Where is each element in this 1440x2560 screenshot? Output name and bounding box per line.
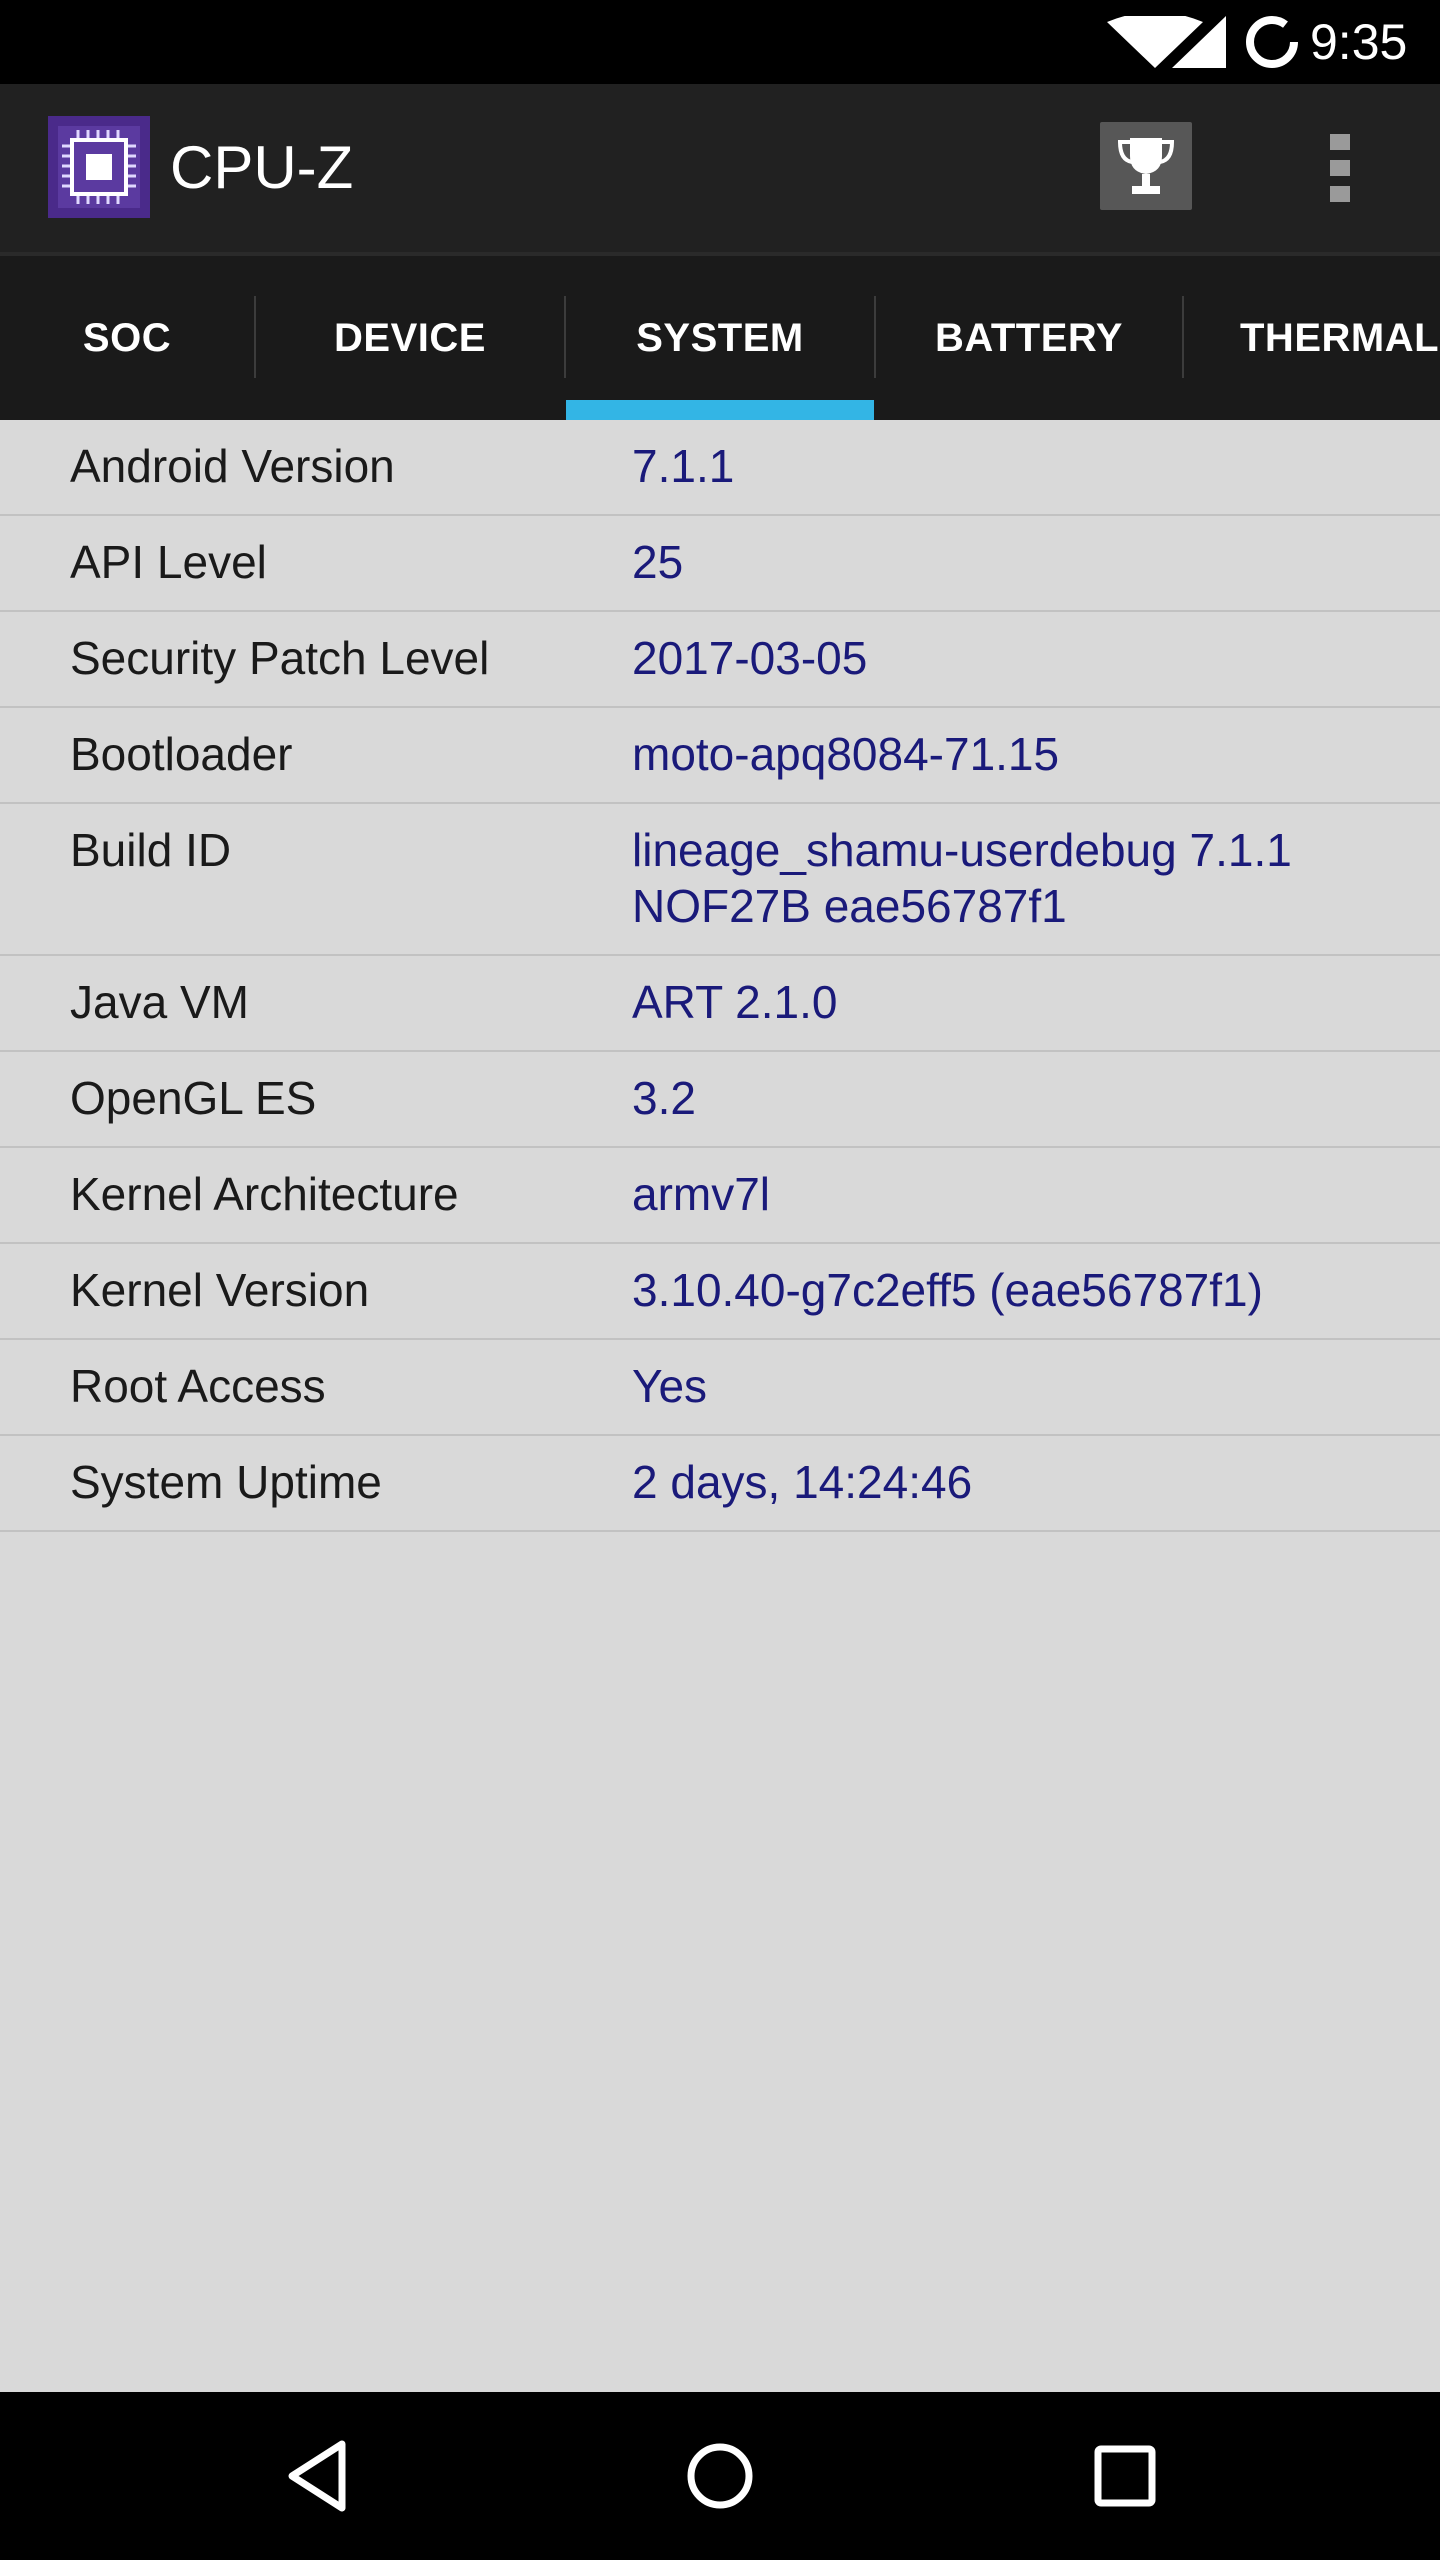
info-value: 3.10.40-g7c2eff5 (eae56787f1) bbox=[632, 1264, 1263, 1316]
recents-icon[interactable] bbox=[1092, 2436, 1158, 2516]
info-value: lineage_shamu-userdebug 7.1.1 NOF27B eae… bbox=[632, 824, 1292, 932]
tab-thermal[interactable]: THERMAL bbox=[1184, 256, 1440, 420]
trophy-button[interactable] bbox=[1100, 122, 1192, 210]
list-item: Java VM ART 2.1.0 bbox=[0, 956, 1440, 1052]
info-value: 2 days, 14:24:46 bbox=[632, 1456, 973, 1508]
info-value: 25 bbox=[632, 536, 684, 588]
info-label: Security Patch Level bbox=[70, 632, 490, 684]
info-label: Root Access bbox=[70, 1360, 326, 1412]
tab-device[interactable]: DEVICE bbox=[256, 256, 564, 420]
info-label: Kernel Version bbox=[70, 1264, 370, 1316]
battery-charging-icon bbox=[1246, 16, 1298, 68]
list-item: Root Access Yes bbox=[0, 1340, 1440, 1436]
list-item: API Level 25 bbox=[0, 516, 1440, 612]
tab-bar: SOC DEVICE SYSTEM BATTERY THERMAL bbox=[0, 252, 1440, 420]
list-item: Build ID lineage_shamu-userdebug 7.1.1 N… bbox=[0, 804, 1440, 956]
info-value: ART 2.1.0 bbox=[632, 976, 838, 1028]
info-label: Android Version bbox=[70, 440, 395, 492]
list-item: Security Patch Level 2017-03-05 bbox=[0, 612, 1440, 708]
info-label: Build ID bbox=[70, 824, 232, 876]
info-value: 2017-03-05 bbox=[632, 632, 868, 684]
home-icon[interactable] bbox=[684, 2436, 756, 2516]
list-item: Kernel Architecture armv7l bbox=[0, 1148, 1440, 1244]
overflow-menu-icon[interactable] bbox=[1310, 124, 1370, 212]
info-value: moto-apq8084-71.15 bbox=[632, 728, 1060, 780]
back-icon[interactable] bbox=[282, 2436, 352, 2516]
info-value: 7.1.1 bbox=[632, 440, 735, 492]
info-label: Java VM bbox=[70, 976, 249, 1028]
info-label: Bootloader bbox=[70, 728, 293, 780]
info-value: armv7l bbox=[632, 1168, 771, 1220]
cpu-chip-icon bbox=[48, 116, 150, 218]
info-value: 3.2 bbox=[632, 1072, 696, 1124]
list-item: OpenGL ES 3.2 bbox=[0, 1052, 1440, 1148]
system-info-list: Android Version 7.1.1 API Level 25 Secur… bbox=[0, 420, 1440, 1532]
navigation-bar bbox=[0, 2392, 1440, 2560]
status-time: 9:35 bbox=[1310, 14, 1408, 70]
info-label: System Uptime bbox=[70, 1456, 382, 1508]
info-label: Kernel Architecture bbox=[70, 1168, 459, 1220]
info-value: Yes bbox=[632, 1360, 708, 1412]
action-bar: CPU-Z bbox=[0, 84, 1440, 252]
list-item: Kernel Version 3.10.40-g7c2eff5 (eae5678… bbox=[0, 1244, 1440, 1340]
cell-signal-icon bbox=[1172, 16, 1226, 68]
tab-system[interactable]: SYSTEM bbox=[566, 256, 874, 420]
tab-soc[interactable]: SOC bbox=[0, 256, 254, 420]
info-label: OpenGL ES bbox=[70, 1072, 317, 1124]
status-bar: 9:35 bbox=[0, 0, 1440, 84]
list-item: Bootloader moto-apq8084-71.15 bbox=[0, 708, 1440, 804]
list-item: System Uptime 2 days, 14:24:46 bbox=[0, 1436, 1440, 1532]
info-label: API Level bbox=[70, 536, 267, 588]
list-item: Android Version 7.1.1 bbox=[0, 420, 1440, 516]
app-title: CPU-Z bbox=[170, 134, 354, 201]
tab-battery[interactable]: BATTERY bbox=[876, 256, 1182, 420]
selected-tab-indicator bbox=[566, 400, 874, 420]
trophy-icon bbox=[1117, 138, 1175, 194]
